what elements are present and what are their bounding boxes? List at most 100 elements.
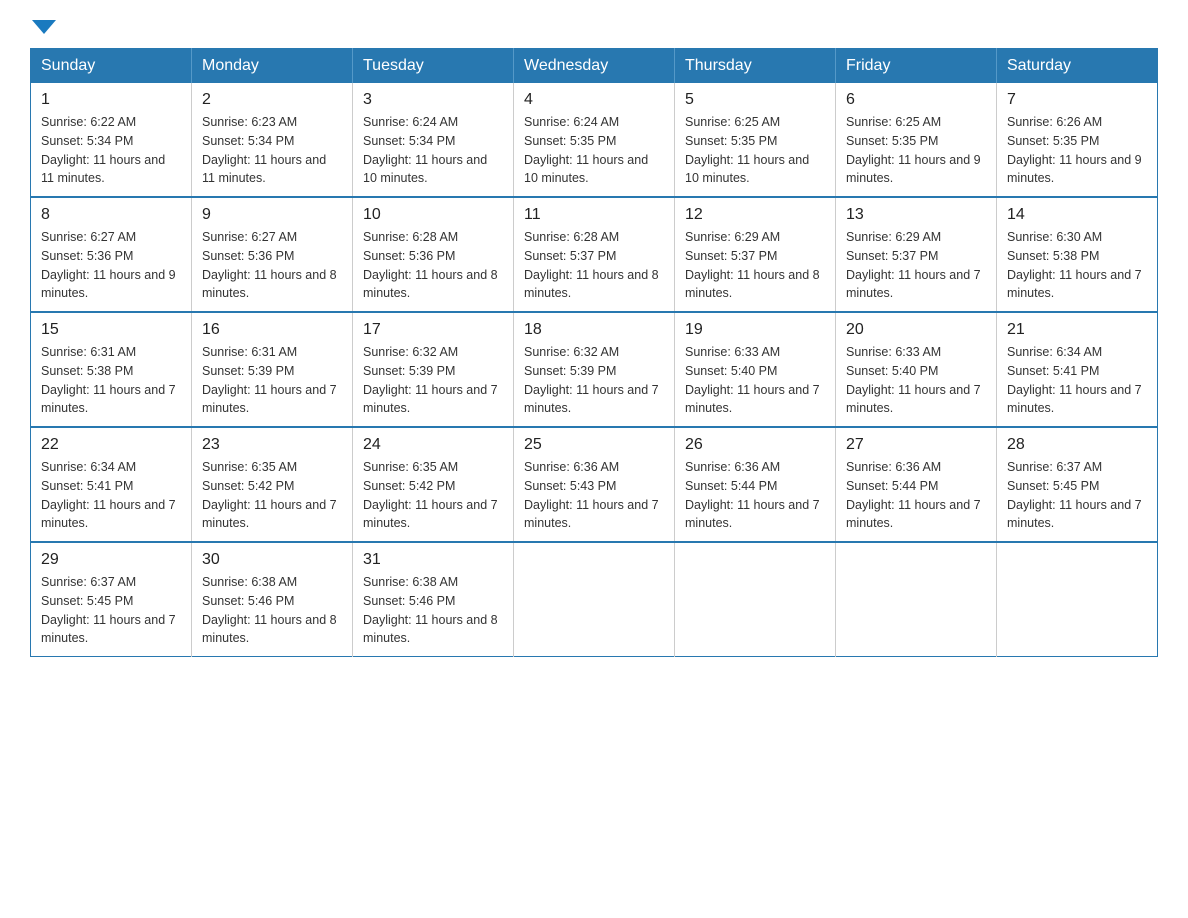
calendar-cell: 18 Sunrise: 6:32 AMSunset: 5:39 PMDayligh… bbox=[514, 312, 675, 427]
calendar-cell: 29Sunrise: 6:37 AMSunset: 5:45 PMDayligh… bbox=[31, 542, 192, 657]
calendar-cell: 23 Sunrise: 6:35 AMSunset: 5:42 PMDayligh… bbox=[192, 427, 353, 542]
day-info: Sunrise: 6:36 AMSunset: 5:43 PMDaylight:… bbox=[524, 458, 664, 533]
calendar-table: SundayMondayTuesdayWednesdayThursdayFrid… bbox=[30, 48, 1158, 657]
calendar-cell bbox=[514, 542, 675, 657]
day-info: Sunrise: 6:28 AMSunset: 5:37 PMDaylight:… bbox=[524, 228, 664, 303]
day-info: Sunrise: 6:28 AMSunset: 5:36 PMDaylight:… bbox=[363, 228, 503, 303]
calendar-header-row: SundayMondayTuesdayWednesdayThursdayFrid… bbox=[31, 49, 1158, 84]
calendar-cell: 15Sunrise: 6:31 AMSunset: 5:38 PMDayligh… bbox=[31, 312, 192, 427]
day-info: Sunrise: 6:35 AMSunset: 5:42 PMDaylight:… bbox=[363, 458, 503, 533]
day-number: 22 bbox=[41, 436, 181, 454]
logo-triangle-icon bbox=[32, 20, 56, 34]
day-number: 31 bbox=[363, 551, 503, 569]
calendar-cell: 13 Sunrise: 6:29 AMSunset: 5:37 PMDayligh… bbox=[836, 197, 997, 312]
calendar-cell: 24 Sunrise: 6:35 AMSunset: 5:42 PMDayligh… bbox=[353, 427, 514, 542]
day-number: 17 bbox=[363, 321, 503, 339]
day-info: Sunrise: 6:35 AMSunset: 5:42 PMDaylight:… bbox=[202, 458, 342, 533]
day-info: Sunrise: 6:31 AMSunset: 5:39 PMDaylight:… bbox=[202, 343, 342, 418]
day-info: Sunrise: 6:24 AMSunset: 5:34 PMDaylight:… bbox=[363, 113, 503, 188]
calendar-header-friday: Friday bbox=[836, 49, 997, 84]
day-number: 30 bbox=[202, 551, 342, 569]
day-number: 2 bbox=[202, 91, 342, 109]
calendar-cell bbox=[836, 542, 997, 657]
calendar-cell: 17 Sunrise: 6:32 AMSunset: 5:39 PMDayligh… bbox=[353, 312, 514, 427]
calendar-header-thursday: Thursday bbox=[675, 49, 836, 84]
day-number: 11 bbox=[524, 206, 664, 224]
day-number: 4 bbox=[524, 91, 664, 109]
day-info: Sunrise: 6:30 AMSunset: 5:38 PMDaylight:… bbox=[1007, 228, 1147, 303]
calendar-week-row: 22 Sunrise: 6:34 AMSunset: 5:41 PMDayligh… bbox=[31, 427, 1158, 542]
day-number: 6 bbox=[846, 91, 986, 109]
calendar-cell: 25Sunrise: 6:36 AMSunset: 5:43 PMDayligh… bbox=[514, 427, 675, 542]
calendar-cell: 3 Sunrise: 6:24 AMSunset: 5:34 PMDaylight… bbox=[353, 83, 514, 197]
calendar-cell: 5 Sunrise: 6:25 AMSunset: 5:35 PMDaylight… bbox=[675, 83, 836, 197]
calendar-cell: 6 Sunrise: 6:25 AMSunset: 5:35 PMDaylight… bbox=[836, 83, 997, 197]
calendar-cell: 11 Sunrise: 6:28 AMSunset: 5:37 PMDayligh… bbox=[514, 197, 675, 312]
calendar-header-sunday: Sunday bbox=[31, 49, 192, 84]
calendar-cell: 19 Sunrise: 6:33 AMSunset: 5:40 PMDayligh… bbox=[675, 312, 836, 427]
day-number: 8 bbox=[41, 206, 181, 224]
day-number: 16 bbox=[202, 321, 342, 339]
calendar-cell: 28 Sunrise: 6:37 AMSunset: 5:45 PMDayligh… bbox=[997, 427, 1158, 542]
day-info: Sunrise: 6:23 AMSunset: 5:34 PMDaylight:… bbox=[202, 113, 342, 188]
day-info: Sunrise: 6:29 AMSunset: 5:37 PMDaylight:… bbox=[685, 228, 825, 303]
day-info: Sunrise: 6:38 AMSunset: 5:46 PMDaylight:… bbox=[202, 573, 342, 648]
calendar-cell: 16 Sunrise: 6:31 AMSunset: 5:39 PMDayligh… bbox=[192, 312, 353, 427]
day-info: Sunrise: 6:38 AMSunset: 5:46 PMDaylight:… bbox=[363, 573, 503, 648]
day-info: Sunrise: 6:33 AMSunset: 5:40 PMDaylight:… bbox=[685, 343, 825, 418]
day-number: 28 bbox=[1007, 436, 1147, 454]
calendar-week-row: 29Sunrise: 6:37 AMSunset: 5:45 PMDayligh… bbox=[31, 542, 1158, 657]
calendar-cell: 20 Sunrise: 6:33 AMSunset: 5:40 PMDayligh… bbox=[836, 312, 997, 427]
day-info: Sunrise: 6:36 AMSunset: 5:44 PMDaylight:… bbox=[846, 458, 986, 533]
calendar-cell: 9Sunrise: 6:27 AMSunset: 5:36 PMDaylight… bbox=[192, 197, 353, 312]
day-number: 10 bbox=[363, 206, 503, 224]
calendar-cell: 30 Sunrise: 6:38 AMSunset: 5:46 PMDayligh… bbox=[192, 542, 353, 657]
calendar-cell: 26 Sunrise: 6:36 AMSunset: 5:44 PMDayligh… bbox=[675, 427, 836, 542]
calendar-cell: 12 Sunrise: 6:29 AMSunset: 5:37 PMDayligh… bbox=[675, 197, 836, 312]
logo bbox=[30, 20, 58, 32]
calendar-cell: 22 Sunrise: 6:34 AMSunset: 5:41 PMDayligh… bbox=[31, 427, 192, 542]
day-number: 18 bbox=[524, 321, 664, 339]
day-number: 12 bbox=[685, 206, 825, 224]
day-info: Sunrise: 6:29 AMSunset: 5:37 PMDaylight:… bbox=[846, 228, 986, 303]
day-info: Sunrise: 6:33 AMSunset: 5:40 PMDaylight:… bbox=[846, 343, 986, 418]
day-info: Sunrise: 6:25 AMSunset: 5:35 PMDaylight:… bbox=[846, 113, 986, 188]
day-info: Sunrise: 6:26 AMSunset: 5:35 PMDaylight:… bbox=[1007, 113, 1147, 188]
day-number: 24 bbox=[363, 436, 503, 454]
day-info: Sunrise: 6:32 AMSunset: 5:39 PMDaylight:… bbox=[524, 343, 664, 418]
calendar-header-tuesday: Tuesday bbox=[353, 49, 514, 84]
calendar-cell: 4 Sunrise: 6:24 AMSunset: 5:35 PMDaylight… bbox=[514, 83, 675, 197]
day-number: 5 bbox=[685, 91, 825, 109]
calendar-cell: 14 Sunrise: 6:30 AMSunset: 5:38 PMDayligh… bbox=[997, 197, 1158, 312]
day-number: 1 bbox=[41, 91, 181, 109]
day-number: 23 bbox=[202, 436, 342, 454]
calendar-cell bbox=[997, 542, 1158, 657]
calendar-cell bbox=[675, 542, 836, 657]
calendar-week-row: 8 Sunrise: 6:27 AMSunset: 5:36 PMDaylight… bbox=[31, 197, 1158, 312]
day-number: 13 bbox=[846, 206, 986, 224]
calendar-week-row: 15Sunrise: 6:31 AMSunset: 5:38 PMDayligh… bbox=[31, 312, 1158, 427]
day-number: 7 bbox=[1007, 91, 1147, 109]
calendar-cell: 21 Sunrise: 6:34 AMSunset: 5:41 PMDayligh… bbox=[997, 312, 1158, 427]
calendar-cell: 2 Sunrise: 6:23 AMSunset: 5:34 PMDaylight… bbox=[192, 83, 353, 197]
day-info: Sunrise: 6:37 AMSunset: 5:45 PMDaylight:… bbox=[1007, 458, 1147, 533]
day-number: 19 bbox=[685, 321, 825, 339]
day-number: 21 bbox=[1007, 321, 1147, 339]
calendar-cell: 31 Sunrise: 6:38 AMSunset: 5:46 PMDayligh… bbox=[353, 542, 514, 657]
calendar-cell: 7 Sunrise: 6:26 AMSunset: 5:35 PMDaylight… bbox=[997, 83, 1158, 197]
day-number: 3 bbox=[363, 91, 503, 109]
day-number: 14 bbox=[1007, 206, 1147, 224]
calendar-header-monday: Monday bbox=[192, 49, 353, 84]
day-number: 20 bbox=[846, 321, 986, 339]
day-info: Sunrise: 6:27 AMSunset: 5:36 PMDaylight:… bbox=[41, 228, 181, 303]
day-info: Sunrise: 6:32 AMSunset: 5:39 PMDaylight:… bbox=[363, 343, 503, 418]
calendar-cell: 8 Sunrise: 6:27 AMSunset: 5:36 PMDaylight… bbox=[31, 197, 192, 312]
day-info: Sunrise: 6:34 AMSunset: 5:41 PMDaylight:… bbox=[41, 458, 181, 533]
day-number: 26 bbox=[685, 436, 825, 454]
day-info: Sunrise: 6:36 AMSunset: 5:44 PMDaylight:… bbox=[685, 458, 825, 533]
day-info: Sunrise: 6:24 AMSunset: 5:35 PMDaylight:… bbox=[524, 113, 664, 188]
calendar-cell: 10 Sunrise: 6:28 AMSunset: 5:36 PMDayligh… bbox=[353, 197, 514, 312]
day-info: Sunrise: 6:25 AMSunset: 5:35 PMDaylight:… bbox=[685, 113, 825, 188]
day-info: Sunrise: 6:34 AMSunset: 5:41 PMDaylight:… bbox=[1007, 343, 1147, 418]
calendar-week-row: 1Sunrise: 6:22 AMSunset: 5:34 PMDaylight… bbox=[31, 83, 1158, 197]
